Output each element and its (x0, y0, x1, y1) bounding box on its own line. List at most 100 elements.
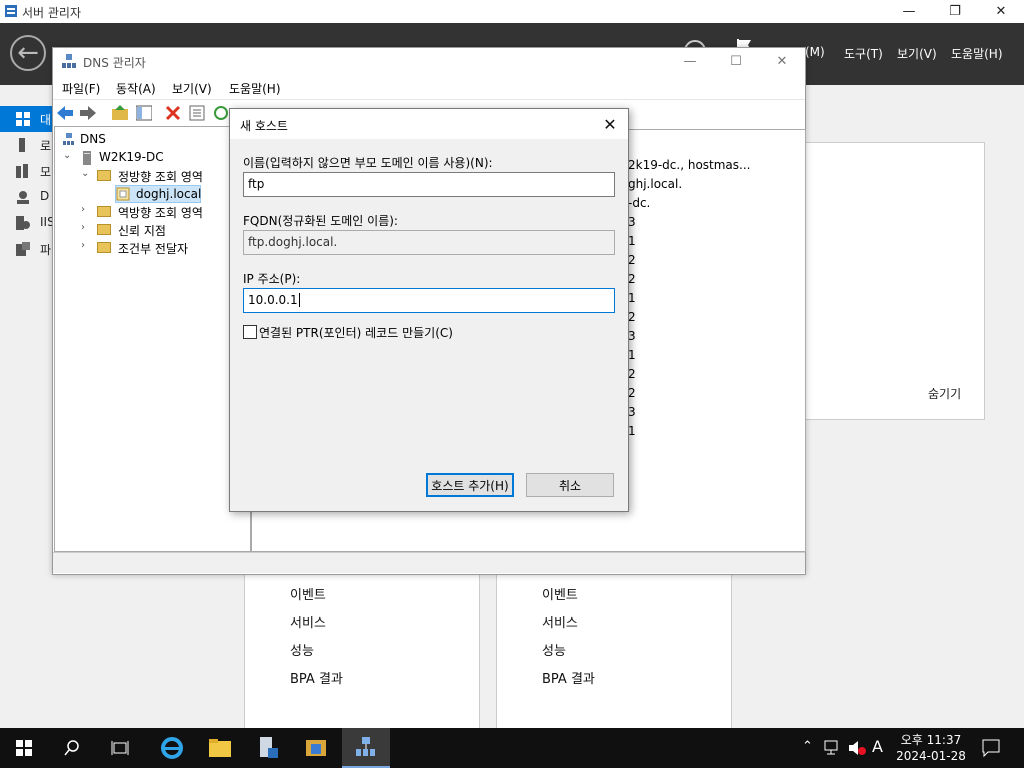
start-button[interactable] (0, 728, 48, 768)
nav-dashboard[interactable]: 대 (0, 106, 52, 132)
menu-file[interactable]: 파일(F) (62, 80, 100, 97)
ime-indicator[interactable]: A (872, 737, 883, 756)
properties-icon[interactable] (189, 105, 205, 121)
windows-logo-icon (16, 740, 32, 756)
record-data[interactable]: 1 (628, 424, 636, 438)
tile-item-performance[interactable]: 성능 (290, 640, 314, 659)
tree-label: 조건부 전달자 (118, 242, 189, 256)
tile-item-bpa[interactable]: BPA 결과 (542, 668, 595, 687)
record-data[interactable]: 2k19-dc., hostmas... (628, 158, 750, 172)
tile-item-bpa[interactable]: BPA 결과 (290, 668, 343, 687)
tree-node-zone-selected[interactable]: doghj.local (115, 185, 201, 203)
internet-explorer-button[interactable] (148, 728, 196, 768)
network-icon[interactable] (824, 740, 840, 756)
chevron-right-icon[interactable]: › (81, 222, 85, 233)
nav-all-servers[interactable]: 모 (0, 158, 52, 184)
nav-label: 모 (40, 165, 52, 179)
minimize-button[interactable]: — (886, 0, 932, 23)
ip-address-value: 10.0.0.1 (248, 293, 298, 307)
tile-item-events[interactable]: 이벤트 (542, 584, 578, 603)
record-data[interactable]: ghj.local. (628, 177, 682, 191)
back-icon[interactable] (57, 105, 73, 121)
record-data[interactable]: 2 (628, 310, 636, 324)
file-explorer-button[interactable] (196, 728, 244, 768)
tile-item-services[interactable]: 서비스 (542, 612, 578, 631)
record-data[interactable]: 2 (628, 367, 636, 381)
dashboard-tiles: 이벤트 서비스 성능 BPA 결과 이벤트 서비스 성능 BPA 결과 (244, 574, 732, 729)
menu-tools[interactable]: 도구(T) (844, 45, 883, 62)
server-icon (83, 151, 91, 165)
show-hide-tree-icon[interactable] (136, 105, 152, 121)
tile-item-events[interactable]: 이벤트 (290, 584, 326, 603)
tree-label: 정방향 조회 영역 (118, 170, 203, 184)
chevron-right-icon[interactable]: › (81, 240, 85, 251)
iis-icon (16, 216, 30, 230)
chevron-right-icon[interactable]: › (81, 204, 85, 215)
tile-2: 이벤트 서비스 성능 BPA 결과 (496, 574, 732, 729)
notifications-icon[interactable] (982, 739, 1000, 757)
menu-help[interactable]: 도움말(H) (229, 80, 281, 97)
console-tree: DNS ⌄ W2K19-DC ⌄ 정방향 조회 영역 doghj.local ›… (54, 126, 251, 552)
menu-view[interactable]: 보기(V) (897, 45, 937, 62)
nav-file-services[interactable]: 파 (0, 236, 52, 262)
refresh-icon[interactable] (213, 105, 229, 121)
nav-dns[interactable]: D (0, 184, 52, 210)
close-icon[interactable]: ✕ (598, 113, 622, 135)
menu-help[interactable]: 도움말(H) (951, 45, 1003, 62)
search-button[interactable] (48, 728, 96, 768)
clock[interactable]: 오후 11:37 2024-01-28 (893, 732, 969, 764)
server-manager-button[interactable] (244, 728, 292, 768)
dns-minimize-button[interactable]: — (667, 50, 713, 73)
add-host-button[interactable]: 호스트 추가(H) (426, 473, 514, 497)
delete-icon[interactable] (165, 105, 181, 121)
task-view-button[interactable] (96, 728, 144, 768)
record-data[interactable]: 2 (628, 272, 636, 286)
record-data[interactable]: 3 (628, 215, 636, 229)
fqdn-label: FQDN(정규화된 도메인 이름): (243, 214, 398, 228)
record-data[interactable]: -dc. (628, 196, 650, 210)
zone-file-icon (116, 187, 130, 201)
hide-link[interactable]: 숨기기 (928, 385, 961, 402)
ip-address-input[interactable]: 10.0.0.1 (243, 288, 615, 313)
server-manager-nav: 대 로 모 D IIS 파 (0, 106, 55, 266)
restore-button[interactable]: ❐ (932, 0, 978, 23)
record-data[interactable]: 3 (628, 405, 636, 419)
record-data[interactable]: 1 (628, 234, 636, 248)
volume-muted-icon[interactable] (848, 740, 866, 756)
dns-maximize-button[interactable]: ☐ (713, 50, 759, 73)
nav-local-server[interactable]: 로 (0, 132, 52, 158)
record-data[interactable]: 2 (628, 253, 636, 267)
dns-manager-taskbar-button[interactable] (342, 728, 390, 768)
ptr-checkbox-label[interactable]: 연결된 PTR(포인터) 레코드 만들기(C) (259, 324, 453, 341)
record-data[interactable]: 1 (628, 291, 636, 305)
task-view-icon (111, 741, 129, 755)
nav-label: 로 (40, 139, 52, 153)
dns-manager-icon (356, 737, 375, 756)
record-data[interactable]: 3 (628, 329, 636, 343)
chevron-down-icon[interactable]: ⌄ (81, 168, 89, 179)
name-input[interactable]: ftp (243, 172, 615, 197)
forward-icon[interactable] (80, 105, 96, 121)
all-servers-icon (16, 164, 28, 178)
ptr-checkbox[interactable] (243, 325, 257, 339)
nav-label: 대 (40, 113, 52, 127)
menu-action[interactable]: 동작(A) (116, 80, 156, 97)
record-data[interactable]: 1 (628, 348, 636, 362)
admin-tools-button[interactable] (292, 728, 340, 768)
menu-view[interactable]: 보기(V) (172, 80, 212, 97)
menu-manage[interactable]: (M) (805, 45, 825, 59)
chevron-down-icon[interactable]: ⌄ (63, 150, 71, 161)
ip-label: IP 주소(P): (243, 272, 301, 286)
taskbar: ⌃ A 오후 11:37 2024-01-28 (0, 728, 1024, 768)
nav-iis[interactable]: IIS (0, 210, 55, 236)
tile-item-services[interactable]: 서비스 (290, 612, 326, 631)
cancel-button[interactable]: 취소 (526, 473, 614, 497)
dns-window-title: DNS 관리자 (83, 56, 146, 70)
tile-item-performance[interactable]: 성능 (542, 640, 566, 659)
dns-close-button[interactable]: ✕ (759, 50, 805, 73)
record-data[interactable]: 2 (628, 386, 636, 400)
back-arrow-icon[interactable]: ← (10, 35, 46, 71)
up-folder-icon[interactable] (112, 105, 128, 121)
close-button[interactable]: ✕ (978, 0, 1024, 23)
chevron-up-icon[interactable]: ⌃ (802, 739, 813, 754)
